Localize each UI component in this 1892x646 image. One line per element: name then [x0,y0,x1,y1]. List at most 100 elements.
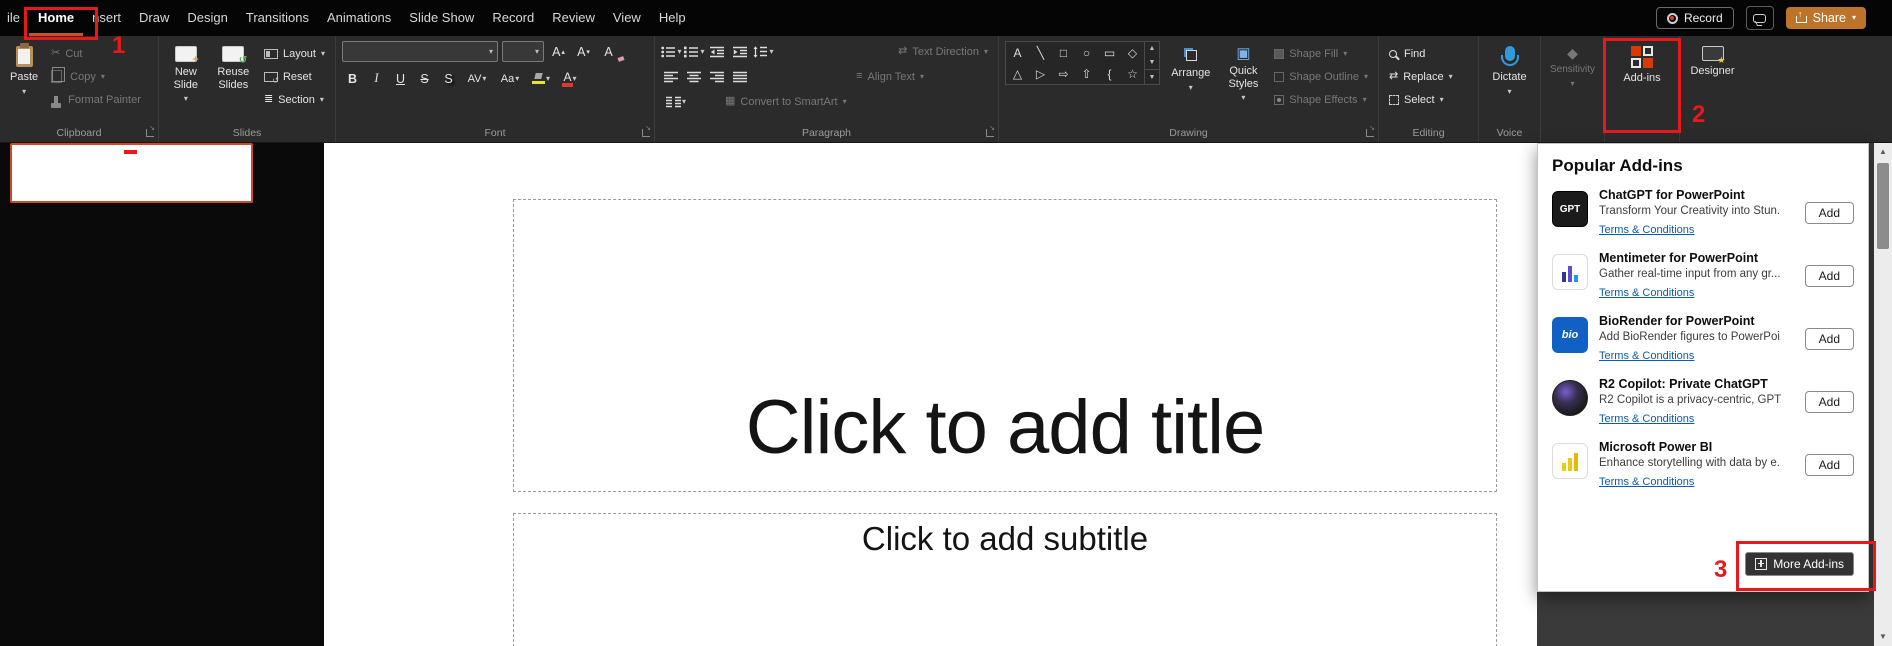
character-spacing-button[interactable]: AV▾ [462,68,492,89]
shape-effects-button[interactable]: Shape Effects ▾ [1270,89,1372,110]
line-spacing-button[interactable]: ▾ [753,41,774,62]
tab-animations[interactable]: Animations [318,0,400,36]
gallery-more-icon[interactable]: ▼ [1145,69,1159,84]
align-text-button[interactable]: ≡ Align Text ▾ [852,66,928,87]
dialog-launcher-icon[interactable] [642,129,650,137]
tab-transitions[interactable]: Transitions [237,0,318,36]
scroll-down-icon[interactable]: ▼ [1879,628,1887,644]
add-button[interactable]: Add [1805,454,1854,476]
tab-review[interactable]: Review [543,0,604,36]
bold-button[interactable]: B [342,68,363,89]
copy-button[interactable]: Copy ▾ [47,66,145,87]
shape-rectangle[interactable]: □ [1052,42,1075,63]
dialog-launcher-icon[interactable] [986,129,994,137]
add-button[interactable]: Add [1805,391,1854,413]
shape-arrow-right[interactable]: ⇨ [1052,63,1075,84]
slide-thumbnail[interactable] [10,143,253,203]
find-button[interactable]: Find [1385,43,1457,64]
gallery-scroll-up-icon[interactable]: ▲ [1145,42,1159,56]
layout-button[interactable]: Layout ▾ [260,43,329,64]
font-size-combobox[interactable]: ▾ [502,41,544,62]
dictate-button[interactable]: Dictate ▾ [1488,41,1530,96]
title-placeholder[interactable]: Click to add title [513,199,1497,492]
new-slide-button[interactable]: New Slide ▾ [165,41,207,103]
scroll-up-icon[interactable]: ▲ [1879,143,1887,159]
reset-button[interactable]: Reset [260,66,329,87]
shape-right-triangle[interactable]: ▷ [1029,63,1052,84]
decrease-indent-button[interactable] [707,41,728,62]
tab-home[interactable]: Home [29,0,83,36]
clear-formatting-button[interactable]: A [598,41,619,62]
font-name-combobox[interactable]: ▾ [342,41,498,62]
shape-fill-button[interactable]: Shape Fill ▾ [1270,43,1372,64]
add-button[interactable]: Add [1805,328,1854,350]
align-right-button[interactable] [707,66,728,87]
shape-star[interactable]: ☆ [1121,63,1144,84]
slide-editing-area[interactable]: Click to add title Click to add subtitle [324,143,1537,646]
designer-button[interactable]: Designer [1686,41,1738,78]
format-painter-button[interactable]: Format Painter [47,89,145,110]
sensitivity-button[interactable]: ◆ Sensitivity ▾ [1546,41,1599,88]
shape-line[interactable]: ╲ [1029,42,1052,63]
convert-to-smartart-button[interactable]: ▦ Convert to SmartArt ▾ [721,91,851,112]
text-shadow-button[interactable]: S [438,68,459,89]
shape-diamond[interactable]: ◇ [1121,42,1144,63]
font-color-button[interactable]: A▾ [557,68,583,89]
align-left-button[interactable] [661,66,682,87]
decrease-font-size-button[interactable]: A [573,41,594,62]
dialog-launcher-icon[interactable] [1366,129,1374,137]
shape-outline-button[interactable]: Shape Outline ▾ [1270,66,1372,87]
terms-link[interactable]: Terms & Conditions [1599,287,1694,299]
quick-styles-button[interactable]: ▣ Quick Styles ▾ [1222,41,1266,102]
vertical-scrollbar[interactable]: ▲ ▼ [1874,143,1892,646]
increase-font-size-button[interactable]: A [548,41,569,62]
share-button[interactable]: Share ▾ [1786,7,1866,29]
shape-oval[interactable]: ○ [1075,42,1098,63]
italic-button[interactable]: I [366,68,387,89]
addins-button[interactable]: Add-ins [1619,41,1664,85]
shape-triangle[interactable]: △ [1006,63,1029,84]
align-center-button[interactable] [684,66,705,87]
columns-button[interactable]: ▾ [661,91,691,112]
shape-arrow-up[interactable]: ⇧ [1075,63,1098,84]
bullets-button[interactable]: ▾ [661,41,682,62]
shape-brace[interactable]: { [1098,63,1121,84]
add-button[interactable]: Add [1805,265,1854,287]
shape-rounded-rectangle[interactable]: ▭ [1098,42,1121,63]
terms-link[interactable]: Terms & Conditions [1599,476,1694,488]
paste-button[interactable]: Paste ▾ [6,41,42,96]
replace-button[interactable]: ⇄ Replace ▾ [1385,66,1457,87]
increase-indent-button[interactable] [730,41,751,62]
tab-slide-show[interactable]: Slide Show [400,0,483,36]
scrollbar-thumb[interactable] [1877,163,1889,249]
tab-design[interactable]: Design [178,0,236,36]
select-button[interactable]: Select ▾ [1385,89,1457,110]
tab-insert[interactable]: nsert [83,0,130,36]
more-addins-button[interactable]: More Add-ins [1745,552,1854,576]
strikethrough-button[interactable]: S [414,68,435,89]
cut-button[interactable]: ✂ Cut [47,43,145,64]
arrange-button[interactable]: Arrange ▾ [1165,41,1217,92]
record-button[interactable]: Record [1656,7,1734,29]
tab-record[interactable]: Record [483,0,543,36]
dialog-launcher-icon[interactable] [146,129,154,137]
terms-link[interactable]: Terms & Conditions [1599,413,1694,425]
terms-link[interactable]: Terms & Conditions [1599,350,1694,362]
tab-help[interactable]: Help [650,0,695,36]
tab-view[interactable]: View [604,0,650,36]
numbering-button[interactable]: ▾ [684,41,705,62]
section-button[interactable]: ≣ Section ▾ [260,89,329,110]
comments-button[interactable] [1746,6,1774,30]
tab-draw[interactable]: Draw [130,0,178,36]
add-button[interactable]: Add [1805,202,1854,224]
text-direction-button[interactable]: ⇄ Text Direction ▾ [894,41,992,62]
change-case-button[interactable]: Aa▾ [495,68,525,89]
gallery-scroll-down-icon[interactable]: ▼ [1145,56,1159,70]
shape-text-box[interactable]: A [1006,42,1029,63]
tab-file[interactable]: ile [0,0,29,36]
reuse-slides-button[interactable]: Reuse Slides [212,41,255,91]
justify-button[interactable] [730,66,751,87]
underline-button[interactable]: U [390,68,411,89]
terms-link[interactable]: Terms & Conditions [1599,224,1694,236]
subtitle-placeholder[interactable]: Click to add subtitle [513,513,1497,646]
